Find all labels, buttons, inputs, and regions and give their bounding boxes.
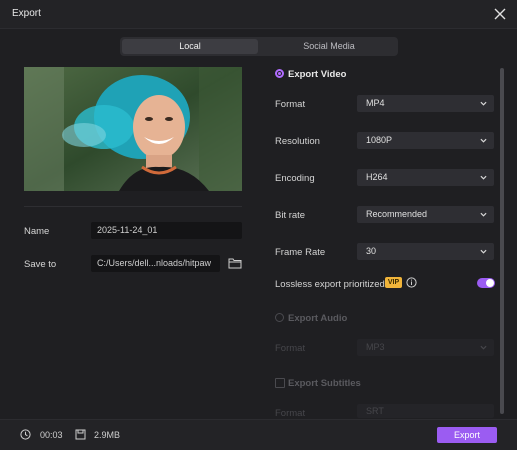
frame-rate-value: 30 <box>366 246 377 256</box>
encoding-value: H264 <box>366 172 388 182</box>
bitrate-label: Bit rate <box>275 210 306 221</box>
subtitles-format-select[interactable]: SRT <box>357 404 494 418</box>
info-icon[interactable] <box>406 277 417 288</box>
export-video-radio[interactable] <box>275 69 284 78</box>
chevron-down-icon <box>480 175 487 180</box>
title-bar: Export <box>0 0 517 29</box>
export-subtitles-checkbox[interactable] <box>275 378 285 388</box>
lossless-label: Lossless export prioritized <box>275 279 385 290</box>
encoding-label: Encoding <box>275 173 315 184</box>
subtitles-format-label: Format <box>275 408 306 419</box>
export-subtitles-title: Export Subtitles <box>288 378 361 389</box>
format-value: MP4 <box>366 98 385 108</box>
audio-format-label: Format <box>275 343 306 354</box>
bitrate-select[interactable]: Recommended <box>357 206 494 223</box>
export-dialog: Export Local Social Media Name 2025-11-2… <box>0 0 517 450</box>
chevron-down-icon <box>480 249 487 254</box>
frame-rate-select[interactable]: 30 <box>357 243 494 260</box>
audio-format-value: MP3 <box>366 342 385 352</box>
export-video-title: Export Video <box>288 69 347 80</box>
resolution-value: 1080P <box>366 135 393 145</box>
close-icon[interactable] <box>491 5 509 23</box>
folder-icon[interactable] <box>228 257 242 269</box>
dialog-title: Export <box>12 8 41 19</box>
vip-badge: VIP <box>385 277 402 288</box>
name-label: Name <box>24 226 50 237</box>
resolution-label: Resolution <box>275 136 320 147</box>
duration-text: 00:03 <box>40 430 63 440</box>
encoding-select[interactable]: H264 <box>357 169 494 186</box>
chevron-down-icon <box>480 138 487 143</box>
chevron-down-icon <box>480 345 487 350</box>
footer-bar: 00:03 2.9MB Export <box>0 419 517 450</box>
export-audio-radio[interactable] <box>275 313 284 322</box>
export-audio-title: Export Audio <box>288 313 348 324</box>
tab-local[interactable]: Local <box>122 39 258 54</box>
frame-rate-label: Frame Rate <box>275 247 326 258</box>
preview-thumbnail <box>24 67 242 191</box>
scrollbar[interactable] <box>500 68 504 414</box>
export-tabs: Local Social Media <box>120 37 398 56</box>
subtitles-format-value: SRT <box>366 406 384 416</box>
resolution-select[interactable]: 1080P <box>357 132 494 149</box>
divider <box>24 206 242 207</box>
clock-icon <box>20 429 31 440</box>
save-path-field[interactable]: C:/Users/dell...nloads/hitpaw <box>91 255 220 272</box>
chevron-down-icon <box>480 101 487 106</box>
video-preview <box>24 67 242 191</box>
audio-format-select[interactable]: MP3 <box>357 339 494 356</box>
lossless-toggle[interactable] <box>477 278 495 288</box>
tab-social-media[interactable]: Social Media <box>260 37 398 56</box>
save-to-label: Save to <box>24 259 57 270</box>
name-input[interactable]: 2025-11-24_01 <box>91 222 242 239</box>
file-size-icon <box>75 429 86 440</box>
bitrate-value: Recommended <box>366 209 428 219</box>
format-label: Format <box>275 99 306 110</box>
export-button[interactable]: Export <box>437 427 497 443</box>
format-select[interactable]: MP4 <box>357 95 494 112</box>
chevron-down-icon <box>480 212 487 217</box>
file-size-text: 2.9MB <box>94 430 121 440</box>
